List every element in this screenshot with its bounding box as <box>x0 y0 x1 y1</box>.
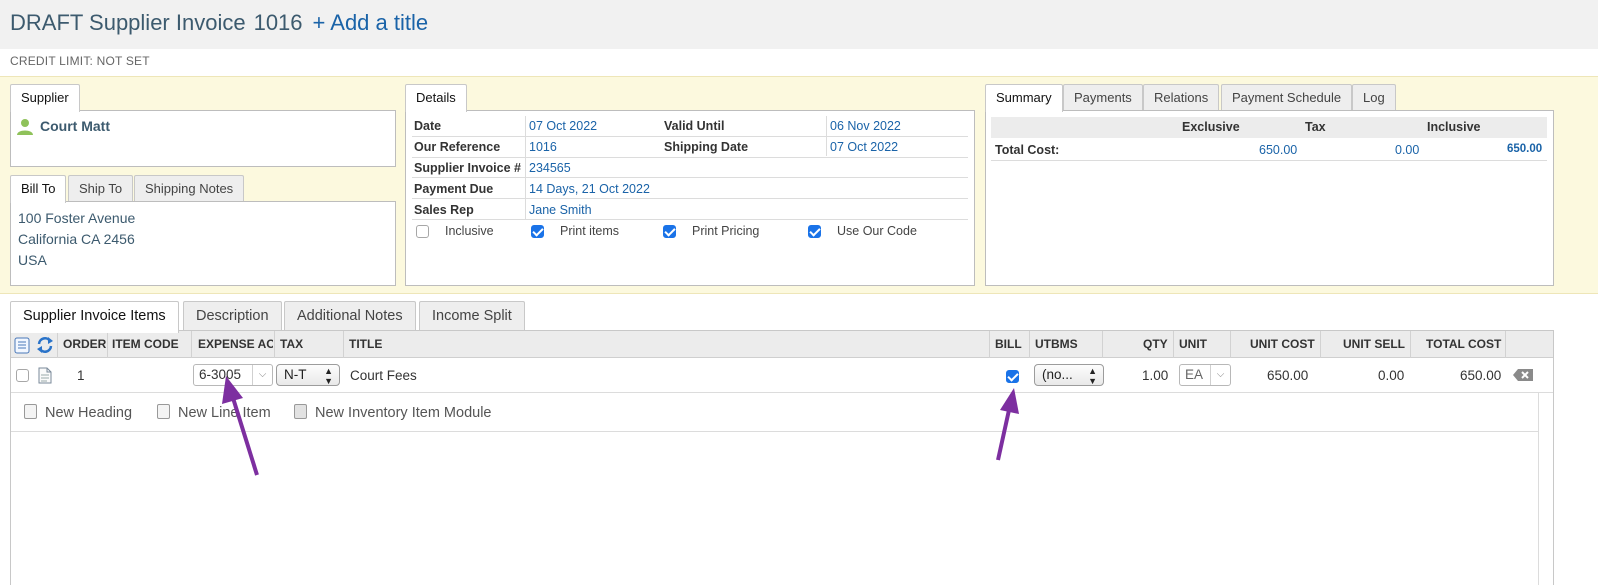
annotation-arrows <box>222 376 1019 476</box>
tab-supplier-invoice-items[interactable]: Supplier Invoice Items <box>10 301 179 333</box>
annotation-arrow-expense-ac <box>222 376 259 476</box>
tab-summary[interactable]: Summary <box>985 84 1063 112</box>
tab-supplier[interactable]: Supplier <box>10 84 80 112</box>
annotation-arrow-bill <box>996 388 1019 461</box>
tab-details[interactable]: Details <box>405 84 467 112</box>
tab-bill-to[interactable]: Bill To <box>10 175 67 203</box>
